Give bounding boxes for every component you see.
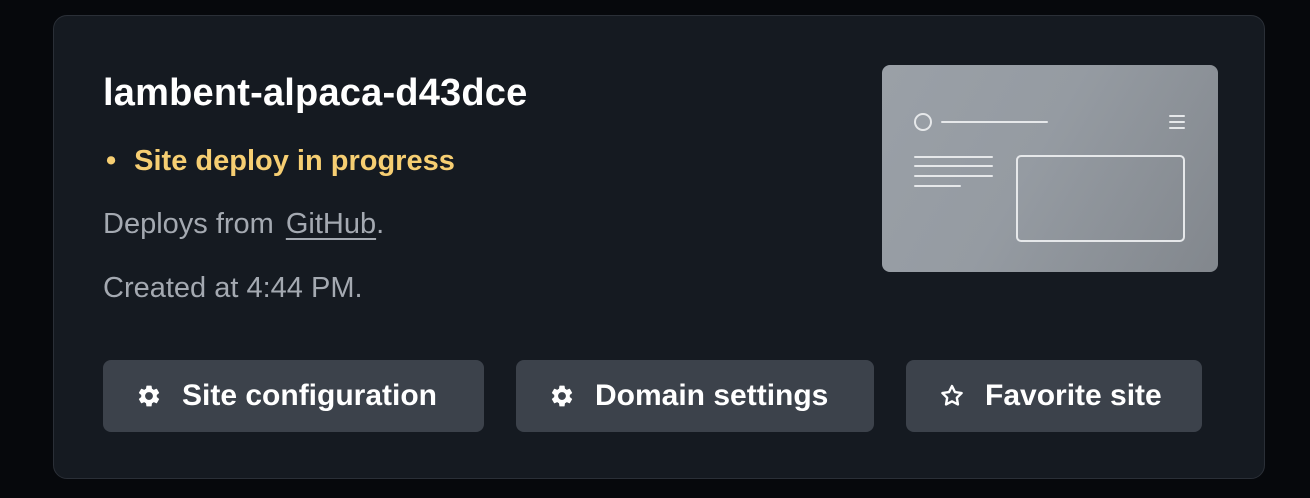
github-link[interactable]: GitHub <box>286 208 376 240</box>
deploys-from-line: Deploys from GitHub. <box>103 206 384 242</box>
deploys-prefix: Deploys from <box>103 208 274 240</box>
star-outline-icon <box>939 383 965 409</box>
domain-settings-button[interactable]: Domain settings <box>516 360 874 432</box>
domain-settings-label: Domain settings <box>595 379 829 412</box>
deploy-status: • Site deploy in progress <box>106 143 455 179</box>
favorite-site-label: Favorite site <box>985 379 1162 412</box>
site-configuration-button[interactable]: Site configuration <box>103 360 484 432</box>
gear-icon <box>549 383 575 409</box>
site-configuration-label: Site configuration <box>182 379 437 412</box>
site-name: lambent-alpaca-d43dce <box>103 72 528 114</box>
favorite-site-button[interactable]: Favorite site <box>906 360 1202 432</box>
created-at-line: Created at 4:44 PM. <box>103 272 363 304</box>
status-bullet: • <box>106 145 117 177</box>
site-preview-thumbnail[interactable] <box>882 65 1218 272</box>
deploys-suffix: . <box>376 208 385 240</box>
site-card: lambent-alpaca-d43dce • Site deploy in pr… <box>53 15 1265 479</box>
gear-icon <box>136 383 162 409</box>
status-text: Site deploy in progress <box>134 145 455 177</box>
website-wireframe-icon <box>914 113 1185 242</box>
